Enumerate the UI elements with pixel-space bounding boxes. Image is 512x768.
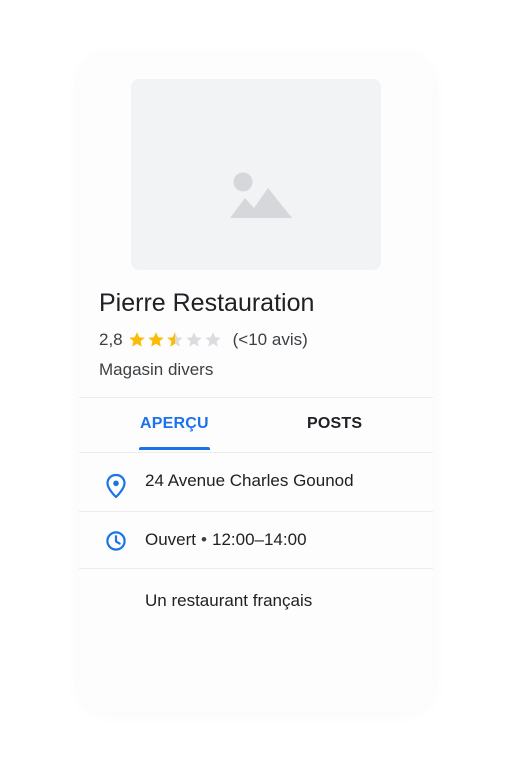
star-icon bbox=[128, 332, 145, 347]
star-icon bbox=[204, 332, 221, 347]
star-icon bbox=[147, 332, 164, 347]
divider bbox=[79, 511, 433, 512]
place-photo-placeholder[interactable] bbox=[131, 79, 381, 270]
place-title: Pierre Restauration bbox=[99, 289, 315, 317]
hours-status: Ouvert bbox=[145, 530, 197, 549]
tab-apercu[interactable]: APERÇU bbox=[140, 415, 209, 433]
tab-posts[interactable]: POSTS bbox=[307, 415, 362, 433]
hours-range: 12:00–14:00 bbox=[211, 530, 307, 549]
place-category: Magasin divers bbox=[99, 360, 214, 379]
location-pin-icon bbox=[105, 473, 127, 504]
divider bbox=[79, 568, 433, 569]
place-card: Pierre Restauration 2,8 (<10 avis) Magas… bbox=[79, 57, 433, 713]
address-text: 24 Avenue Charles Gounod bbox=[145, 471, 354, 490]
rating-row: 2,8 (<10 avis) bbox=[99, 329, 308, 351]
clock-icon bbox=[105, 530, 127, 557]
star-rating bbox=[128, 331, 223, 349]
star-icon bbox=[185, 332, 202, 347]
hours-text: Ouvert • 12:00–14:00 bbox=[145, 530, 307, 550]
rating-value: 2,8 bbox=[99, 330, 123, 349]
star-icon bbox=[166, 332, 183, 347]
active-tab-indicator bbox=[139, 447, 210, 450]
hours-separator: • bbox=[201, 530, 207, 549]
divider bbox=[79, 452, 433, 453]
divider bbox=[79, 397, 433, 398]
image-placeholder-icon bbox=[230, 172, 292, 218]
review-count-link[interactable]: (<10 avis) bbox=[233, 330, 308, 350]
place-description: Un restaurant français bbox=[145, 591, 313, 610]
